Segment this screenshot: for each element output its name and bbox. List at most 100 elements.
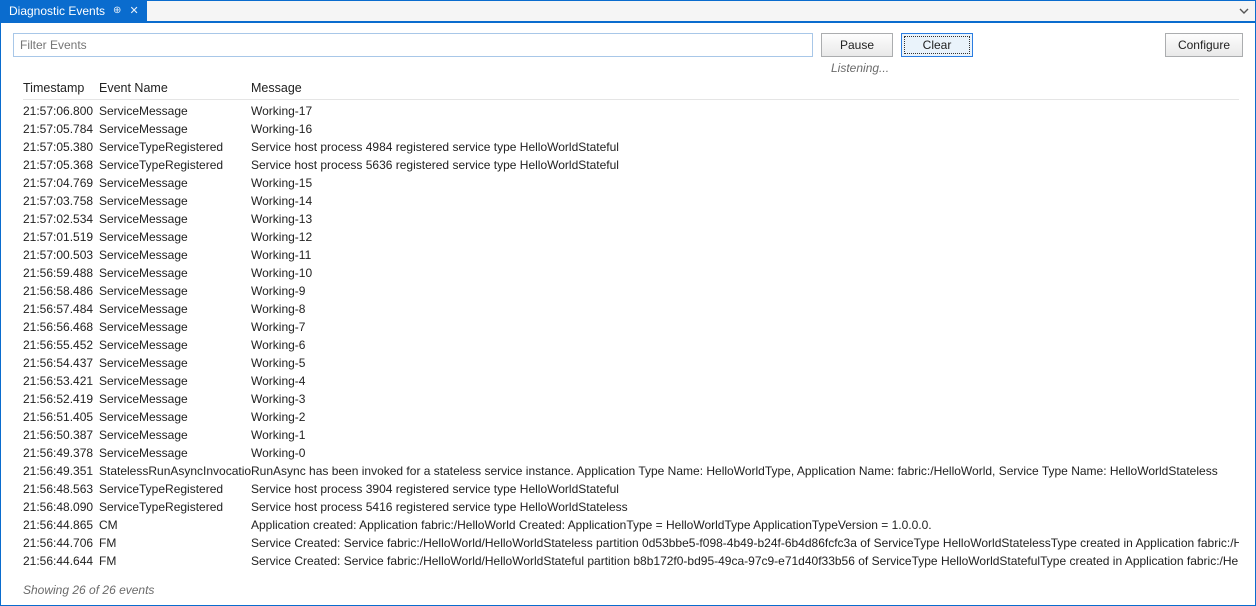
cell-message: Application created: Application fabric:… xyxy=(251,516,1239,534)
cell-timestamp: 21:56:44.865 xyxy=(23,516,99,534)
cell-message: Working-13 xyxy=(251,210,1239,228)
cell-message: Working-16 xyxy=(251,120,1239,138)
close-icon[interactable]: ✕ xyxy=(129,6,138,17)
table-row[interactable]: ▷21:56:58.486ServiceMessageWorking-9 xyxy=(23,282,1239,300)
cell-message: Working-5 xyxy=(251,354,1239,372)
table-row[interactable]: ▷21:57:05.368ServiceTypeRegisteredServic… xyxy=(23,156,1239,174)
cell-message: Working-6 xyxy=(251,336,1239,354)
table-row[interactable]: ▷21:56:49.378ServiceMessageWorking-0 xyxy=(23,444,1239,462)
table-row[interactable]: ▷21:57:03.758ServiceMessageWorking-14 xyxy=(23,192,1239,210)
table-row[interactable]: ▷21:56:55.452ServiceMessageWorking-6 xyxy=(23,336,1239,354)
configure-button[interactable]: Configure xyxy=(1165,33,1243,57)
table-row[interactable]: ▷21:56:57.484ServiceMessageWorking-8 xyxy=(23,300,1239,318)
cell-event-name: ServiceMessage xyxy=(99,282,251,300)
cell-timestamp: 21:56:48.563 xyxy=(23,480,99,498)
cell-timestamp: 21:57:02.534 xyxy=(23,210,99,228)
status-footer: Showing 26 of 26 events xyxy=(1,577,1255,605)
clear-button[interactable]: Clear xyxy=(901,33,973,57)
toolbar-menu-dropdown-icon[interactable] xyxy=(1237,4,1251,18)
cell-timestamp: 21:56:56.468 xyxy=(23,318,99,336)
table-row[interactable]: ▷21:57:02.534ServiceMessageWorking-13 xyxy=(23,210,1239,228)
cell-message: Service Created: Service fabric:/HelloWo… xyxy=(251,534,1239,552)
cell-event-name: ServiceMessage xyxy=(99,264,251,282)
cell-timestamp: 21:56:49.378 xyxy=(23,444,99,462)
cell-message: RunAsync has been invoked for a stateles… xyxy=(251,462,1239,480)
pause-button[interactable]: Pause xyxy=(821,33,893,57)
table-headers: Timestamp Event Name Message xyxy=(23,81,1239,100)
cell-timestamp: 21:57:04.769 xyxy=(23,174,99,192)
table-row[interactable]: ▷21:57:01.519ServiceMessageWorking-12 xyxy=(23,228,1239,246)
cell-event-name: ServiceMessage xyxy=(99,210,251,228)
cell-timestamp: 21:56:51.405 xyxy=(23,408,99,426)
table-row[interactable]: ▷21:56:44.644FMService Created: Service … xyxy=(23,552,1239,570)
table-row[interactable]: ▷21:56:50.387ServiceMessageWorking-1 xyxy=(23,426,1239,444)
cell-event-name: ServiceMessage xyxy=(99,390,251,408)
cell-message: Working-9 xyxy=(251,282,1239,300)
cell-event-name: ServiceMessage xyxy=(99,372,251,390)
table-row[interactable]: ▷21:56:44.706FMService Created: Service … xyxy=(23,534,1239,552)
cell-timestamp: 21:56:44.644 xyxy=(23,552,99,570)
cell-timestamp: 21:57:05.368 xyxy=(23,156,99,174)
cell-message: Service host process 5636 registered ser… xyxy=(251,156,1239,174)
table-row[interactable]: ▷21:56:59.488ServiceMessageWorking-10 xyxy=(23,264,1239,282)
cell-event-name: ServiceMessage xyxy=(99,300,251,318)
cell-message: Working-7 xyxy=(251,318,1239,336)
cell-event-name: ServiceMessage xyxy=(99,246,251,264)
cell-event-name: ServiceMessage xyxy=(99,444,251,462)
cell-event-name: FM xyxy=(99,552,251,570)
window-tab[interactable]: Diagnostic Events ⊕ ✕ xyxy=(1,1,147,21)
cell-event-name: ServiceMessage xyxy=(99,120,251,138)
cell-event-name: ServiceMessage xyxy=(99,192,251,210)
cell-message: Working-11 xyxy=(251,246,1239,264)
cell-message: Working-8 xyxy=(251,300,1239,318)
column-header-event-name[interactable]: Event Name xyxy=(99,81,251,95)
table-row[interactable]: ▷21:56:48.090ServiceTypeRegisteredServic… xyxy=(23,498,1239,516)
filter-events-input[interactable] xyxy=(13,33,813,57)
cell-message: Working-17 xyxy=(251,102,1239,120)
listening-status: Listening... xyxy=(1,57,1255,81)
table-row[interactable]: ▷21:56:54.437ServiceMessageWorking-5 xyxy=(23,354,1239,372)
cell-timestamp: 21:56:50.387 xyxy=(23,426,99,444)
cell-timestamp: 21:56:58.486 xyxy=(23,282,99,300)
table-row[interactable]: ▷21:56:52.419ServiceMessageWorking-3 xyxy=(23,390,1239,408)
cell-message: Working-3 xyxy=(251,390,1239,408)
window-title: Diagnostic Events xyxy=(9,4,105,18)
column-header-message[interactable]: Message xyxy=(251,81,1239,95)
table-row[interactable]: ▷21:57:06.800ServiceMessageWorking-17 xyxy=(23,102,1239,120)
cell-message: Service host process 5416 registered ser… xyxy=(251,498,1239,516)
cell-timestamp: 21:56:57.484 xyxy=(23,300,99,318)
cell-timestamp: 21:57:05.784 xyxy=(23,120,99,138)
table-row[interactable]: ▷21:57:05.380ServiceTypeRegisteredServic… xyxy=(23,138,1239,156)
cell-event-name: ServiceMessage xyxy=(99,102,251,120)
pin-icon[interactable]: ⊕ xyxy=(113,6,121,16)
cell-timestamp: 21:56:49.351 xyxy=(23,462,99,480)
cell-event-name: FM xyxy=(99,534,251,552)
table-row[interactable]: ▷21:56:49.351StatelessRunAsyncInvocation… xyxy=(23,462,1239,480)
cell-timestamp: 21:57:06.800 xyxy=(23,102,99,120)
cell-timestamp: 21:56:48.090 xyxy=(23,498,99,516)
cell-event-name: ServiceMessage xyxy=(99,174,251,192)
cell-timestamp: 21:57:05.380 xyxy=(23,138,99,156)
cell-event-name: CM xyxy=(99,516,251,534)
cell-event-name: ServiceMessage xyxy=(99,408,251,426)
cell-message: Working-0 xyxy=(251,444,1239,462)
table-row[interactable]: ▷21:56:51.405ServiceMessageWorking-2 xyxy=(23,408,1239,426)
cell-event-name: ServiceMessage xyxy=(99,228,251,246)
table-row[interactable]: ▷21:56:53.421ServiceMessageWorking-4 xyxy=(23,372,1239,390)
table-row[interactable]: ▷21:57:04.769ServiceMessageWorking-15 xyxy=(23,174,1239,192)
table-row[interactable]: ▷21:56:44.865CMApplication created: Appl… xyxy=(23,516,1239,534)
events-table: Timestamp Event Name Message ▷21:57:06.8… xyxy=(1,81,1255,577)
cell-timestamp: 21:56:44.706 xyxy=(23,534,99,552)
cell-timestamp: 21:56:52.419 xyxy=(23,390,99,408)
cell-event-name: ServiceTypeRegistered xyxy=(99,138,251,156)
table-row[interactable]: ▷21:56:56.468ServiceMessageWorking-7 xyxy=(23,318,1239,336)
cell-timestamp: 21:57:03.758 xyxy=(23,192,99,210)
cell-event-name: ServiceMessage xyxy=(99,354,251,372)
table-row[interactable]: ▷21:57:00.503ServiceMessageWorking-11 xyxy=(23,246,1239,264)
cell-timestamp: 21:57:00.503 xyxy=(23,246,99,264)
cell-event-name: ServiceTypeRegistered xyxy=(99,480,251,498)
column-header-timestamp[interactable]: Timestamp xyxy=(23,81,99,95)
cell-message: Service host process 3904 registered ser… xyxy=(251,480,1239,498)
table-row[interactable]: ▷21:57:05.784ServiceMessageWorking-16 xyxy=(23,120,1239,138)
table-row[interactable]: ▷21:56:48.563ServiceTypeRegisteredServic… xyxy=(23,480,1239,498)
